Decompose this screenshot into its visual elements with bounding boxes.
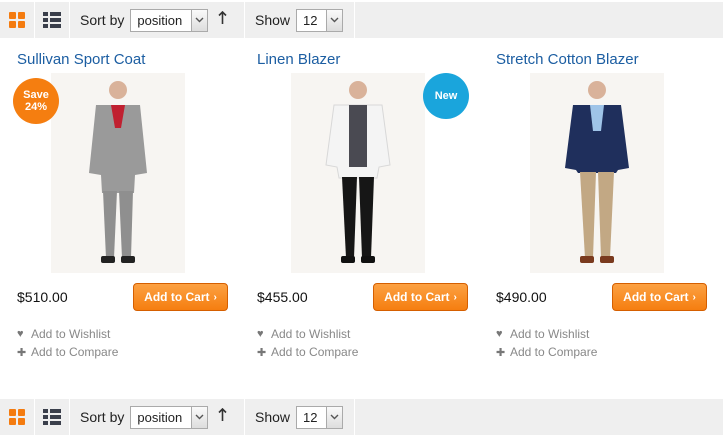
grid-view-icon [9, 409, 25, 425]
add-to-cart-button[interactable]: Add to Cart › [612, 283, 707, 311]
add-to-cart-label: Add to Cart [144, 290, 210, 304]
add-to-cart-label: Add to Cart [623, 290, 689, 304]
product-card: Stretch Cotton Blazer $490.00 Add to Car… [496, 48, 718, 368]
product-price: $490.00 [496, 289, 547, 305]
product-name[interactable]: Linen Blazer [257, 51, 340, 68]
product-price: $510.00 [17, 289, 68, 305]
show-control: Show 12 [245, 2, 355, 38]
arrow-up-icon[interactable] [218, 407, 227, 427]
toolbar-bottom: Sort by position Show 12 [0, 399, 723, 435]
show-label: Show [255, 409, 291, 425]
chevron-right-icon: › [692, 291, 696, 303]
save-badge: Save 24% [13, 78, 59, 124]
product-name[interactable]: Sullivan Sport Coat [17, 51, 145, 68]
add-to-wishlist-label: Add to Wishlist [510, 327, 590, 341]
limit-select-value: 12 [303, 409, 318, 425]
chevron-down-icon [326, 406, 343, 428]
sort-select[interactable]: position [130, 405, 209, 429]
product-image[interactable] [291, 73, 425, 273]
chevron-right-icon: › [213, 291, 217, 303]
add-to-compare-link[interactable]: ✚ Add to Compare [257, 345, 358, 359]
toolbar-top: Sort by position Show 12 [0, 2, 723, 38]
product-image[interactable] [51, 73, 185, 273]
sort-label: Sort by [80, 409, 125, 425]
add-to-compare-label: Add to Compare [510, 345, 598, 359]
plus-icon: ✚ [257, 346, 267, 359]
product-image[interactable] [530, 73, 664, 273]
add-to-wishlist-link[interactable]: ♥ Add to Wishlist [496, 327, 589, 341]
add-to-compare-label: Add to Compare [31, 345, 119, 359]
list-view-button[interactable] [35, 399, 70, 435]
add-to-compare-link[interactable]: ✚ Add to Compare [17, 345, 118, 359]
chevron-down-icon [191, 9, 208, 31]
heart-icon: ♥ [257, 328, 264, 340]
new-badge: New [423, 73, 469, 119]
limit-select[interactable]: 12 [296, 8, 344, 32]
add-to-compare-link[interactable]: ✚ Add to Compare [496, 345, 597, 359]
product-name[interactable]: Stretch Cotton Blazer [496, 51, 639, 68]
arrow-up-icon[interactable] [218, 10, 227, 30]
add-to-wishlist-label: Add to Wishlist [31, 327, 111, 341]
grid-view-button[interactable] [0, 2, 35, 38]
add-to-wishlist-link[interactable]: ♥ Add to Wishlist [257, 327, 350, 341]
heart-icon: ♥ [17, 328, 24, 340]
chevron-down-icon [326, 9, 343, 31]
limit-select-value: 12 [303, 12, 318, 28]
sort-select[interactable]: position [130, 8, 209, 32]
save-badge-line1: Save [23, 89, 49, 101]
heart-icon: ♥ [496, 328, 503, 340]
grid-view-button[interactable] [0, 399, 35, 435]
chevron-right-icon: › [453, 291, 457, 303]
limit-select[interactable]: 12 [296, 405, 344, 429]
product-price: $455.00 [257, 289, 308, 305]
add-to-wishlist-label: Add to Wishlist [271, 327, 351, 341]
list-view-icon [43, 12, 61, 28]
show-label: Show [255, 12, 291, 28]
product-card: Sullivan Sport Coat Save 24% $510.00 Add… [13, 48, 239, 368]
product-card: Linen Blazer New $455.00 Add to Cart › ♥… [257, 48, 479, 368]
add-to-cart-label: Add to Cart [384, 290, 450, 304]
sort-select-value: position [137, 409, 183, 425]
list-view-icon [43, 409, 61, 425]
add-to-wishlist-link[interactable]: ♥ Add to Wishlist [17, 327, 110, 341]
add-to-cart-button[interactable]: Add to Cart › [133, 283, 228, 311]
show-control: Show 12 [245, 399, 355, 435]
sort-control: Sort by position [70, 2, 245, 38]
add-to-cart-button[interactable]: Add to Cart › [373, 283, 468, 311]
add-to-compare-label: Add to Compare [271, 345, 359, 359]
sort-control: Sort by position [70, 399, 245, 435]
plus-icon: ✚ [496, 346, 506, 359]
plus-icon: ✚ [17, 346, 27, 359]
grid-view-icon [9, 12, 25, 28]
sort-select-value: position [137, 12, 183, 28]
sort-label: Sort by [80, 12, 125, 28]
save-badge-line2: 24% [24, 101, 48, 113]
chevron-down-icon [191, 406, 208, 428]
list-view-button[interactable] [35, 2, 70, 38]
